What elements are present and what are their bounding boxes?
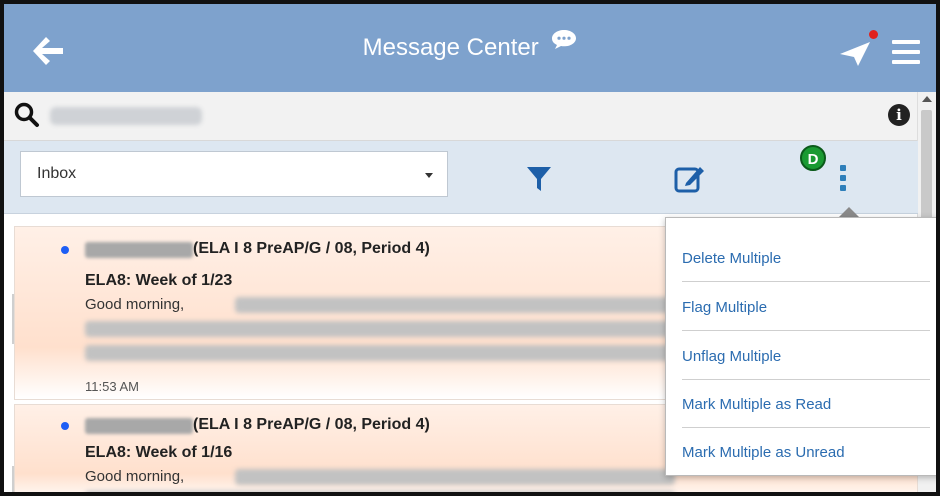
app-window: Message Center i Inbox D (ELA I 8 PreAP/… [0, 0, 940, 496]
more-options-icon[interactable] [838, 165, 848, 195]
app-header: Message Center [4, 4, 936, 92]
message-preview-redacted [235, 469, 675, 485]
search-icon [14, 102, 39, 127]
unread-dot [61, 246, 69, 254]
more-options-menu: Delete Multiple Flag Multiple Unflag Mul… [665, 217, 936, 476]
message-subject: ELA8: Week of 1/23 [85, 272, 233, 289]
hamburger-menu-icon[interactable] [892, 40, 920, 64]
message-subject: ELA8: Week of 1/16 [85, 444, 233, 461]
folder-select[interactable]: Inbox [20, 151, 448, 197]
message-preview-redacted [235, 297, 675, 313]
sender-name-redacted [85, 418, 193, 434]
page-title-text: Message Center [362, 34, 539, 61]
compose-icon[interactable] [674, 163, 706, 193]
menu-divider [682, 379, 930, 380]
message-preview-redacted [85, 321, 675, 337]
menu-divider [682, 330, 930, 331]
info-icon[interactable]: i [888, 104, 910, 126]
message-toolbar: Inbox D [4, 141, 918, 214]
unflag-multiple-menu-item[interactable]: Unflag Multiple [682, 348, 930, 365]
message-time: 11:53 AM [85, 379, 139, 394]
sender-name-redacted [85, 242, 193, 258]
scroll-up-arrow-icon[interactable] [922, 96, 932, 102]
mark-multiple-read-menu-item[interactable]: Mark Multiple as Read [682, 396, 930, 413]
menu-divider [682, 281, 930, 282]
chevron-down-icon [425, 173, 433, 178]
message-preview-redacted [85, 345, 675, 361]
message-course: (ELA I 8 PreAP/G / 08, Period 4) [193, 240, 430, 257]
message-preview-redacted [85, 491, 675, 492]
flag-multiple-menu-item[interactable]: Flag Multiple [682, 299, 930, 316]
mark-multiple-unread-menu-item[interactable]: Mark Multiple as Unread [682, 444, 930, 461]
message-greeting: Good morning, [85, 468, 185, 485]
chat-bubble-icon [552, 30, 577, 49]
menu-divider [682, 427, 930, 428]
send-icon[interactable] [838, 38, 872, 68]
filter-icon[interactable] [526, 165, 552, 193]
delete-multiple-menu-item[interactable]: Delete Multiple [682, 250, 930, 267]
page-title: Message Center [4, 30, 936, 62]
search-bar: i [4, 92, 918, 141]
unread-dot [61, 422, 69, 430]
notification-dot [869, 30, 878, 39]
folder-select-value: Inbox [37, 165, 77, 182]
message-course: (ELA I 8 PreAP/G / 08, Period 4) [193, 416, 430, 433]
step-badge: D [800, 145, 826, 171]
message-greeting: Good morning, [85, 296, 185, 313]
search-input[interactable] [48, 102, 312, 132]
